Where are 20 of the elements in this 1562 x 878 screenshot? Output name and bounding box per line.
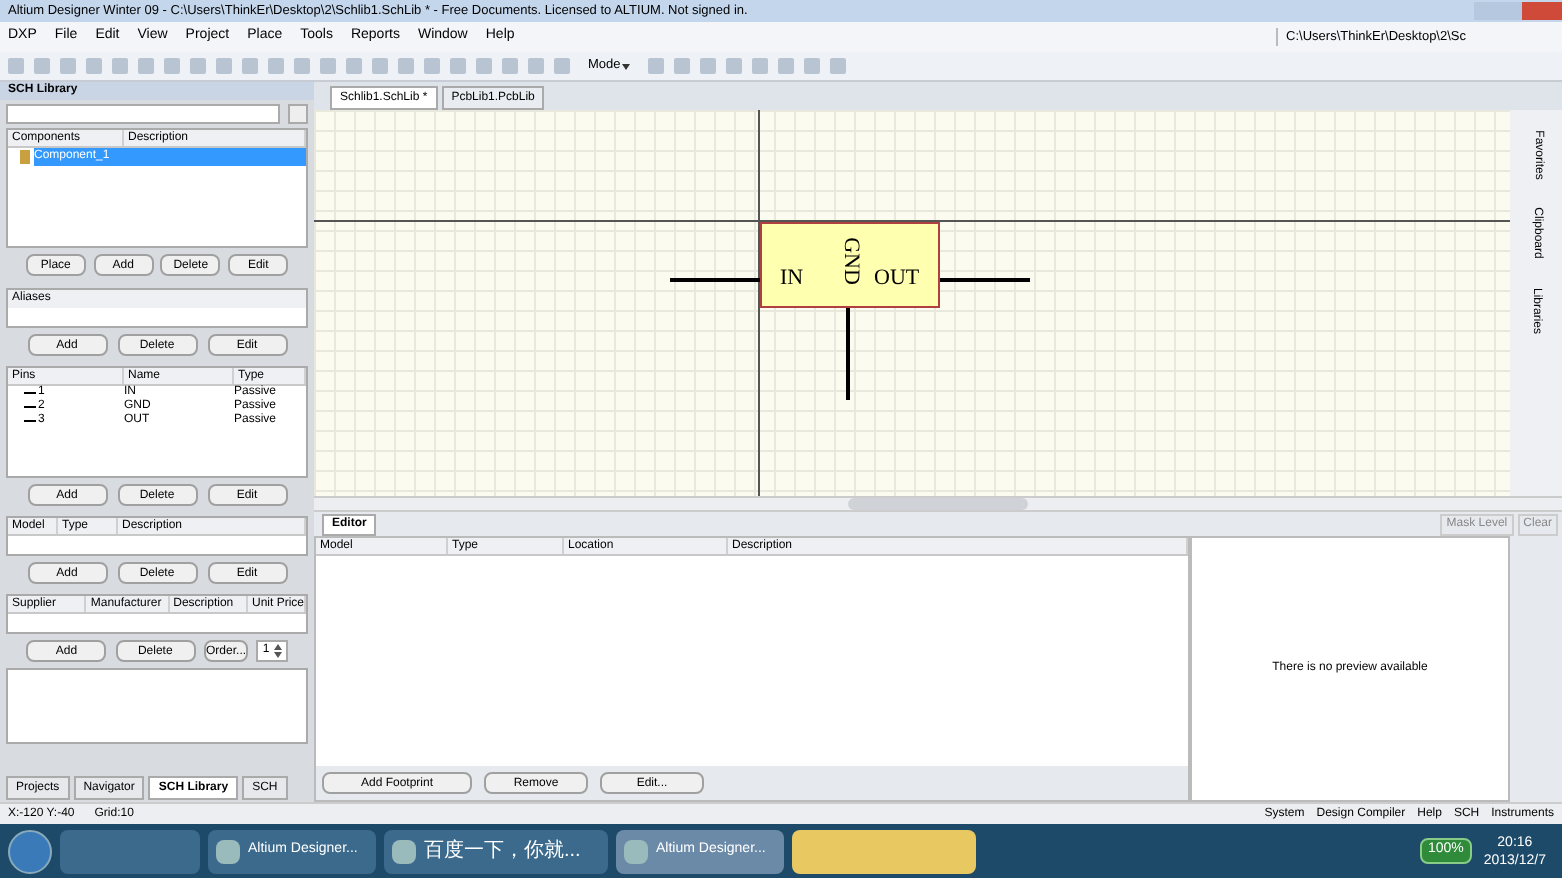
search-icon[interactable] [288, 104, 308, 124]
pin-label: OUT [874, 268, 920, 290]
taskbar-item[interactable]: 百度一下，你就... [384, 829, 608, 873]
horizontal-scrollbar[interactable] [314, 496, 1562, 512]
start-button[interactable] [8, 829, 52, 873]
pin-line [670, 278, 760, 282]
app-icon [624, 839, 648, 863]
pin-line [846, 308, 850, 400]
app-icon [392, 839, 416, 863]
caret-icon [622, 63, 631, 69]
pin-line [940, 278, 1030, 282]
pin-label: GND [838, 237, 861, 285]
taskbar-photo-item[interactable] [792, 829, 976, 873]
pin-label: IN [780, 268, 804, 290]
app-icon [216, 839, 240, 863]
scroll-thumb[interactable] [848, 498, 1028, 510]
spinner-arrows-icon [273, 644, 282, 658]
search-field[interactable] [6, 104, 280, 124]
close-icon[interactable] [1522, 2, 1562, 20]
component-icon [20, 150, 30, 164]
